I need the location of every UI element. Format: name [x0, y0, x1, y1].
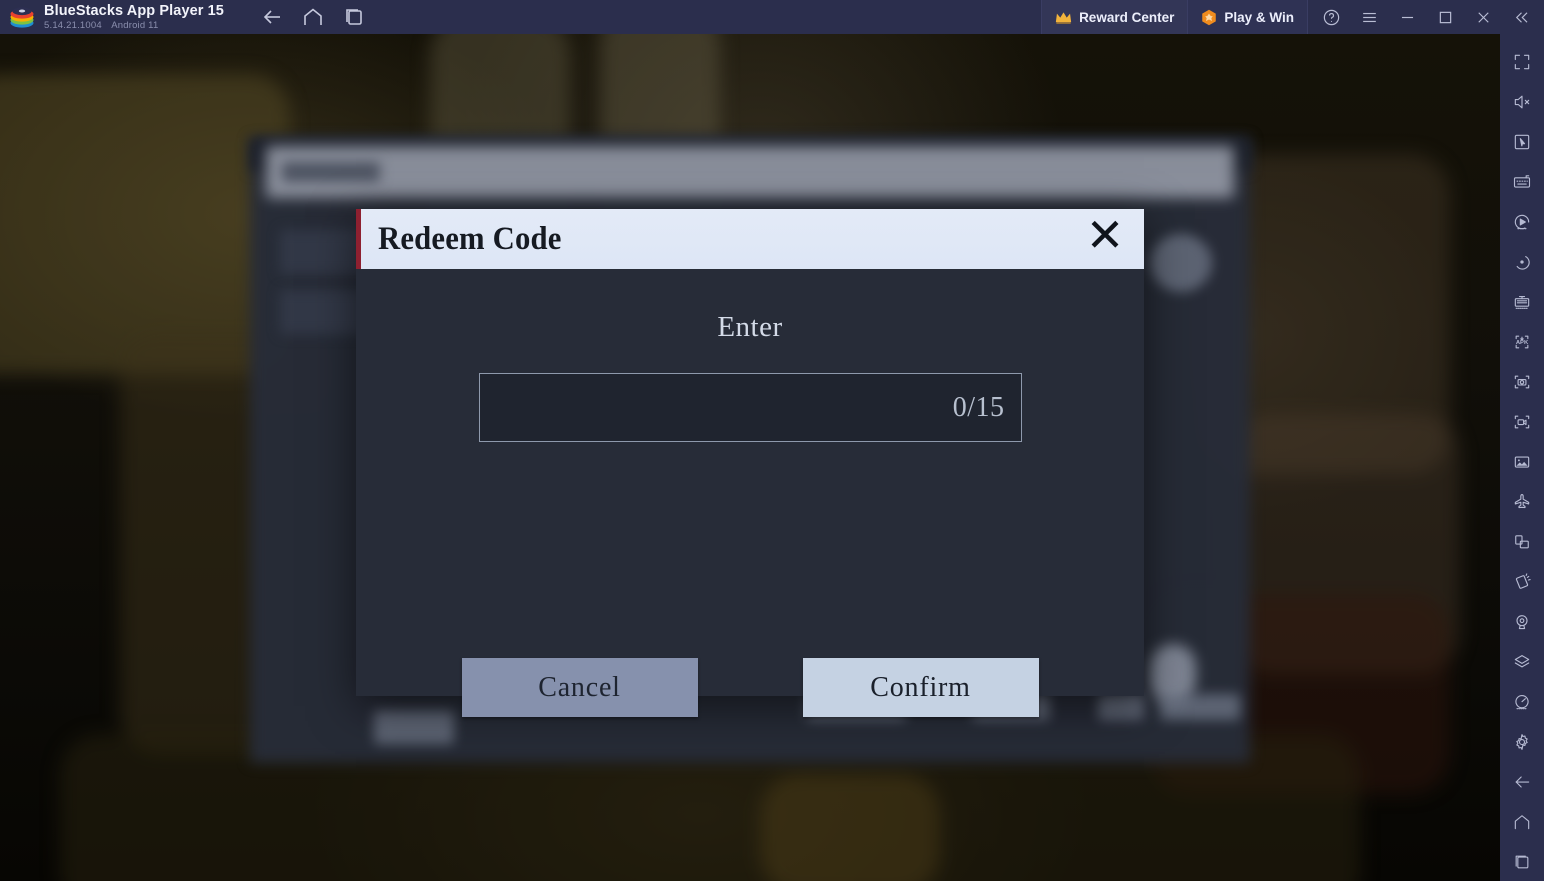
image-gallery-icon[interactable]: [1502, 442, 1542, 482]
back-arrow-icon[interactable]: [260, 5, 284, 29]
minimize-icon[interactable]: [1388, 0, 1426, 34]
redeem-code-input[interactable]: 0/15: [478, 373, 1022, 442]
maximize-icon[interactable]: [1426, 0, 1464, 34]
orbit-dot-icon[interactable]: [1502, 242, 1542, 282]
instance-manager-icon[interactable]: [1502, 282, 1542, 322]
android-nav-buttons: [260, 5, 366, 29]
play-win-label: Play & Win: [1224, 9, 1294, 25]
speaker-mute-icon[interactable]: [1502, 82, 1542, 122]
gear-icon[interactable]: [1502, 722, 1542, 762]
back-arrow-icon[interactable]: [1502, 762, 1542, 802]
game-search-bar: [266, 146, 1234, 198]
confirm-button[interactable]: Confirm: [802, 658, 1039, 717]
keyboard-icon[interactable]: [1502, 162, 1542, 202]
rotate-screen-icon[interactable]: [1502, 522, 1542, 562]
app-title: BlueStacks App Player 15: [44, 2, 224, 19]
play-win-button[interactable]: Play & Win: [1187, 0, 1308, 34]
shake-device-icon[interactable]: [1502, 562, 1542, 602]
reward-center-button[interactable]: Reward Center: [1041, 0, 1188, 34]
airplane-icon[interactable]: [1502, 482, 1542, 522]
close-icon[interactable]: [1464, 0, 1502, 34]
apk-install-icon[interactable]: APK: [1502, 322, 1542, 362]
android-version-label: Android 11: [111, 20, 159, 31]
cancel-button[interactable]: Cancel: [461, 658, 698, 717]
bluestacks-logo-icon: [0, 0, 44, 34]
recent-apps-icon[interactable]: [1502, 842, 1542, 881]
camera-icon[interactable]: [1502, 362, 1542, 402]
recent-apps-icon[interactable]: [342, 5, 366, 29]
svg-text:APK: APK: [1516, 340, 1529, 346]
speedometer-icon[interactable]: [1502, 682, 1542, 722]
dialog-button-row: Cancel Confirm: [356, 658, 1144, 717]
fullscreen-icon[interactable]: [1502, 42, 1542, 82]
hexagon-badge-icon: [1202, 9, 1217, 25]
app-version-line: 5.14.21.1004 Android 11: [44, 21, 224, 31]
reward-center-label: Reward Center: [1079, 9, 1175, 25]
play-record-icon[interactable]: [1502, 202, 1542, 242]
help-circle-icon[interactable]: [1312, 0, 1350, 34]
home-icon[interactable]: [1502, 802, 1542, 842]
redeem-code-dialog: Redeem Code ✕ Enter 0/15 Cancel Confirm: [356, 209, 1144, 717]
bluestacks-sidebar: APK: [1500, 34, 1544, 881]
bluestacks-window: Redeem Code ✕ Enter 0/15 Cancel Confirm: [0, 0, 1544, 881]
window-controls: [1308, 0, 1544, 34]
titlebar-right: Reward Center Play & Win: [1041, 0, 1544, 34]
double-chevron-left-icon[interactable]: [1502, 0, 1540, 34]
layers-icon[interactable]: [1502, 642, 1542, 682]
home-icon[interactable]: [301, 5, 325, 29]
dialog-header: Redeem Code ✕: [356, 209, 1144, 269]
crown-icon: [1055, 11, 1072, 24]
video-camera-icon[interactable]: [1502, 402, 1542, 442]
close-x-icon[interactable]: ✕: [1082, 213, 1128, 262]
version-label: 5.14.21.1004: [44, 20, 102, 31]
game-avatar-chip: [1150, 234, 1212, 292]
hamburger-menu-icon[interactable]: [1350, 0, 1388, 34]
dialog-body: Enter 0/15 Cancel Confirm: [356, 269, 1144, 717]
cursor-box-icon[interactable]: [1502, 122, 1542, 162]
enter-label: Enter: [717, 311, 783, 343]
dialog-title: Redeem Code: [378, 220, 562, 257]
titlebar: BlueStacks App Player 15 5.14.21.1004 An…: [0, 0, 1544, 34]
game-bottom-chip: [1160, 694, 1240, 720]
character-counter: 0/15: [952, 391, 1005, 423]
game-search-label: [282, 162, 380, 182]
location-pin-icon[interactable]: [1502, 602, 1542, 642]
